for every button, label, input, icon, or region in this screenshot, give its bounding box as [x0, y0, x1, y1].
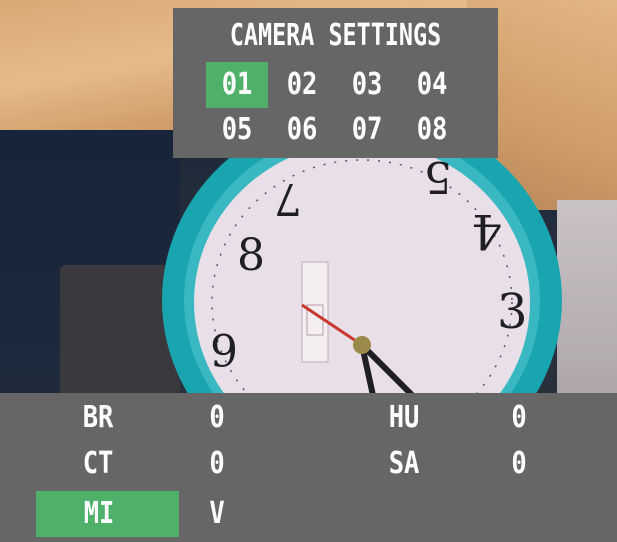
camera-04[interactable]: 04 — [401, 62, 463, 108]
camera-05[interactable]: 05 — [206, 107, 268, 153]
svg-text:8: 8 — [237, 230, 265, 281]
brightness-label[interactable]: BR — [80, 395, 140, 441]
svg-text:3: 3 — [497, 284, 528, 340]
camera-08[interactable]: 08 — [401, 107, 463, 153]
svg-text:6: 6 — [210, 323, 238, 374]
camera-settings-title: CAMERA SETTINGS — [229, 18, 442, 53]
hue-label[interactable]: HU — [386, 395, 446, 441]
svg-text:4: 4 — [471, 203, 502, 259]
contrast-value: 0 — [209, 446, 225, 481]
contrast-label[interactable]: CT — [80, 441, 140, 487]
camera-02[interactable]: 02 — [271, 62, 333, 108]
camera-settings-panel: CAMERA SETTINGS 01 02 03 04 05 06 07 08 — [173, 8, 498, 158]
camera-01[interactable]: 01 — [206, 62, 268, 108]
saturation-label[interactable]: SA — [386, 441, 446, 487]
mirror-label[interactable]: MI — [36, 491, 179, 537]
camera-06[interactable]: 06 — [271, 107, 333, 153]
hue-value: 0 — [511, 400, 527, 435]
svg-text:5: 5 — [424, 151, 452, 202]
svg-text:7: 7 — [274, 173, 302, 224]
brightness-value: 0 — [209, 400, 225, 435]
saturation-value: 0 — [511, 446, 527, 481]
adjustments-panel: BR 0 HU 0 CT 0 SA 0 MI V — [0, 393, 617, 542]
mirror-value: V — [209, 496, 225, 531]
camera-03[interactable]: 03 — [336, 62, 398, 108]
camera-07[interactable]: 07 — [336, 107, 398, 153]
